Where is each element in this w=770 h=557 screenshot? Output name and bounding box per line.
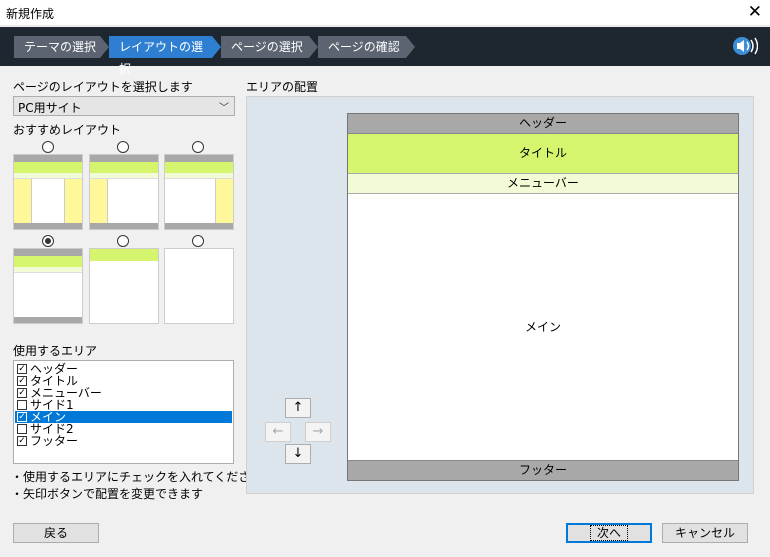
step-page-select: ページの選択 (221, 36, 318, 58)
layout-dropdown-value: PC用サイト (18, 101, 82, 115)
step-label: ページの選択 (231, 40, 303, 54)
preview-header[interactable]: ヘッダー (348, 114, 738, 134)
layout-radio-6[interactable] (192, 235, 204, 247)
checkbox-icon[interactable]: ✓ (17, 376, 27, 386)
layout-select-label: ページのレイアウトを選択します (13, 80, 193, 94)
move-down-button[interactable]: ↓ (285, 444, 311, 464)
layout-radio-3[interactable] (192, 141, 204, 153)
layout-thumb-5[interactable] (89, 248, 159, 324)
preview-menubar[interactable]: メニューバー (348, 174, 738, 194)
step-page-confirm: ページの確認 (318, 36, 415, 58)
checkbox-icon[interactable]: ✓ (17, 412, 27, 422)
recommended-layout-label: おすすめレイアウト (13, 123, 122, 137)
checkbox-icon[interactable] (17, 424, 27, 434)
areas-listbox[interactable]: ✓ ヘッダー ✓ タイトル ✓ メニューバー サイド1 ✓ メイン サイド2 ✓ フッター (13, 360, 234, 464)
step-label: テーマの選択 (24, 40, 97, 54)
speaker-icon[interactable] (732, 34, 758, 58)
checkbox-icon[interactable]: ✓ (17, 364, 27, 374)
note-check-areas: ・使用するエリアにチェックを入れてください (11, 470, 263, 484)
step-layout: レイアウトの選択 (109, 36, 221, 76)
areas-label: 使用するエリア (13, 344, 98, 358)
layout-thumb-4[interactable] (13, 248, 83, 324)
preview-footer[interactable]: フッター (348, 460, 738, 480)
move-left-button[interactable]: ← (265, 422, 291, 442)
chevron-down-icon: ﹀ (219, 103, 229, 114)
area-item-footer[interactable]: ✓ フッター (15, 435, 232, 447)
layout-preview: ヘッダー タイトル メニューバー メイン フッター (347, 113, 739, 481)
preview-main[interactable]: メイン (348, 194, 738, 460)
checkbox-icon[interactable]: ✓ (17, 388, 27, 398)
checkbox-icon[interactable]: ✓ (17, 436, 27, 446)
window-titlebar: 新規作成 ✕ (0, 0, 770, 26)
list-item-label: フッター (30, 434, 79, 448)
close-icon[interactable]: ✕ (748, 2, 762, 22)
window-title: 新規作成 (6, 7, 55, 21)
back-button[interactable]: 戻る (13, 523, 99, 543)
move-right-button[interactable]: → (305, 422, 331, 442)
next-button[interactable]: 次へ (566, 523, 652, 543)
placement-label: エリアの配置 (246, 80, 319, 94)
layout-thumb-3[interactable] (164, 154, 234, 230)
layout-radio-2[interactable] (117, 141, 129, 153)
note-arrow-buttons: ・矢印ボタンで配置を変更できます (11, 487, 204, 501)
cancel-button[interactable]: キャンセル (662, 523, 748, 543)
layout-radio-5[interactable] (117, 235, 129, 247)
preview-title[interactable]: タイトル (348, 134, 738, 174)
layout-thumb-2[interactable] (89, 154, 159, 230)
move-up-button[interactable]: ↑ (285, 398, 311, 418)
wizard-steps: テーマの選択 レイアウトの選択 ページの選択 ページの確認 (0, 27, 770, 76)
layout-radio-4[interactable] (42, 235, 54, 247)
checkbox-icon[interactable] (17, 400, 27, 410)
layout-thumb-6[interactable] (164, 248, 234, 324)
step-theme: テーマの選択 (14, 36, 109, 58)
next-button-label: 次へ (589, 525, 629, 541)
step-label: ページの確認 (328, 40, 400, 54)
step-label: レイアウトの選択 (119, 40, 204, 76)
layout-radio-1[interactable] (42, 141, 54, 153)
layout-thumb-1[interactable] (13, 154, 83, 230)
layout-dropdown[interactable]: PC用サイト ﹀ (13, 96, 235, 116)
